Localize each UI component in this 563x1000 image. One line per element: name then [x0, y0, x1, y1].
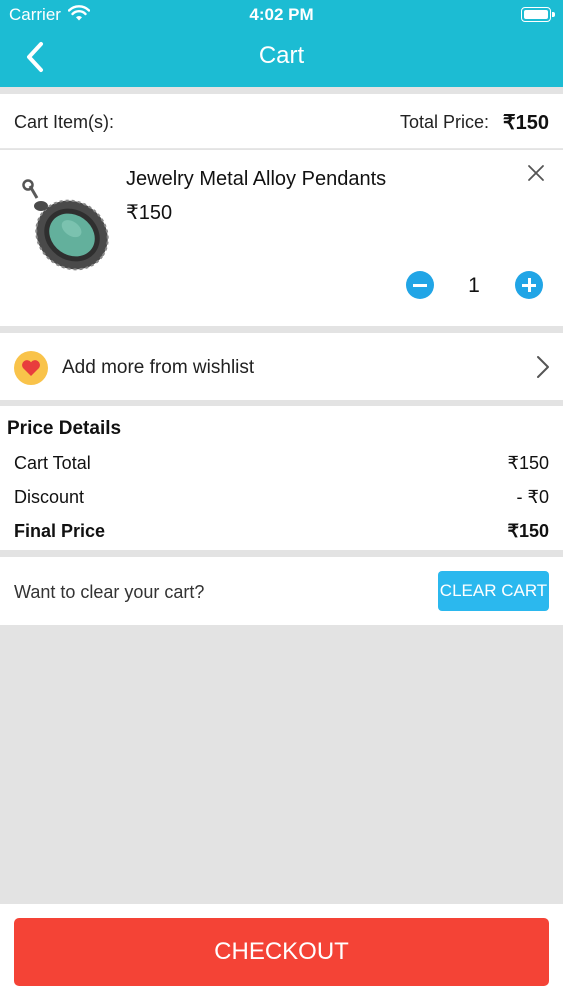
status-time: 4:02 PM: [249, 5, 314, 24]
increase-quantity-button[interactable]: [515, 271, 543, 299]
decrease-quantity-button[interactable]: [406, 271, 434, 299]
checkout-bar: CHECKOUT: [0, 904, 563, 1000]
final-price-label: Final Price: [14, 521, 106, 541]
cart-total-value: ₹150: [507, 453, 549, 473]
total-price-label: Total Price:: [399, 112, 489, 132]
battery-icon: [521, 7, 555, 22]
chevron-right-icon: [537, 356, 549, 378]
final-price-row: Final Price ₹150: [14, 521, 549, 542]
cart-total-row: Cart Total ₹150: [14, 453, 549, 474]
heart-icon: [14, 351, 48, 385]
product-price: ₹150: [126, 202, 173, 224]
page-title: Cart: [258, 42, 305, 69]
clear-cart-question: Want to clear your cart?: [14, 582, 205, 602]
wishlist-label: Add more from wishlist: [62, 357, 255, 378]
discount-label: Discount: [14, 487, 85, 507]
checkout-button[interactable]: CHECKOUT: [14, 918, 549, 986]
app-header: Carrier 4:02 PM Cart: [0, 0, 563, 87]
cart-total-label: Cart Total: [14, 453, 91, 473]
price-details: Price Details Cart Total ₹150 Discount -…: [0, 406, 563, 550]
cart-summary: Cart Item(s): Total Price: ₹150: [0, 94, 563, 149]
discount-row: Discount - ₹0: [14, 487, 549, 508]
status-bar: Carrier 4:02 PM: [0, 0, 563, 30]
clear-cart-section: Want to clear your cart? CLEAR CART: [0, 557, 563, 625]
product-name[interactable]: Jewelry Metal Alloy Pendants: [126, 168, 386, 191]
price-details-heading: Price Details: [7, 418, 122, 439]
add-from-wishlist-row[interactable]: Add more from wishlist: [0, 333, 563, 400]
quantity-value: 1: [468, 274, 480, 297]
cart-items-label: Cart Item(s):: [14, 112, 115, 132]
total-price-value: ₹150: [502, 112, 549, 134]
clear-cart-button[interactable]: CLEAR CART: [438, 571, 549, 611]
discount-value: - ₹0: [516, 487, 549, 507]
final-price-value: ₹150: [507, 521, 549, 541]
cart-item: Jewelry Metal Alloy Pendants ₹150 1: [0, 150, 563, 326]
product-image: [22, 179, 109, 271]
remove-item-button[interactable]: [527, 164, 545, 182]
